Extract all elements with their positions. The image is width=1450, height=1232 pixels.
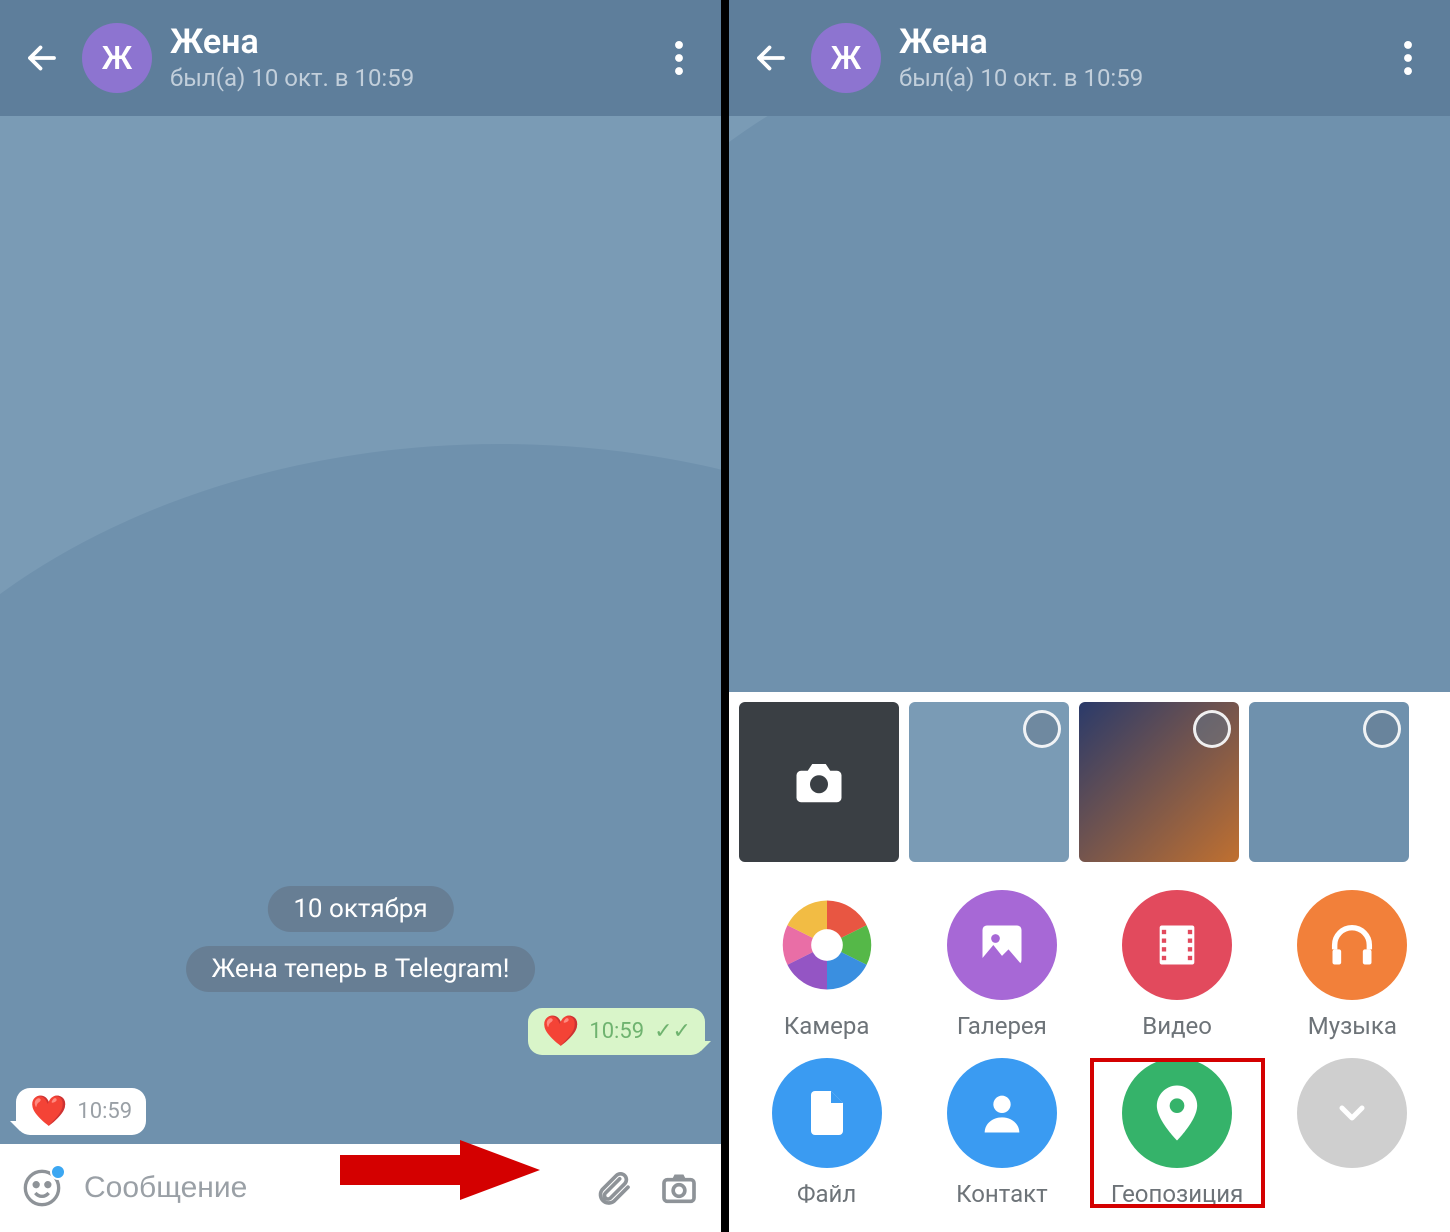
attach-contact-button[interactable]: Контакт xyxy=(914,1058,1089,1208)
chat-header: Ж Жена был(а) 10 окт. в 10:59 xyxy=(0,0,721,116)
paperclip-icon xyxy=(593,1168,633,1208)
chat-title: Жена xyxy=(170,24,657,61)
chat-title-block[interactable]: Жена был(а) 10 окт. в 10:59 xyxy=(170,24,657,91)
camera-icon xyxy=(792,755,846,809)
overflow-menu-button[interactable] xyxy=(657,36,701,80)
read-ticks-icon: ✓✓ xyxy=(654,1019,691,1044)
message-input-bar xyxy=(0,1144,721,1232)
chat-background[interactable] xyxy=(729,116,1450,692)
attach-label: Геопозиция xyxy=(1111,1180,1243,1208)
back-arrow-icon xyxy=(753,40,789,76)
chat-background[interactable]: 10 октября Жена теперь в Telegram! ❤️ 10… xyxy=(0,116,721,1144)
avatar[interactable]: Ж xyxy=(811,23,881,93)
person-icon xyxy=(976,1087,1028,1139)
attach-music-button[interactable]: Музыка xyxy=(1265,890,1440,1040)
attach-camera-button[interactable]: Камера xyxy=(739,890,914,1040)
chat-screen-left: Ж Жена был(а) 10 окт. в 10:59 10 октября… xyxy=(0,0,725,1232)
attach-gallery-button[interactable]: Галерея xyxy=(914,890,1089,1040)
select-ring-icon[interactable] xyxy=(1193,710,1231,748)
chat-title-block[interactable]: Жена был(а) 10 окт. в 10:59 xyxy=(899,24,1386,91)
outgoing-message[interactable]: ❤️ 10:59 ✓✓ xyxy=(528,1008,705,1055)
gallery-thumb[interactable] xyxy=(909,702,1069,862)
attach-label: Галерея xyxy=(957,1012,1047,1040)
chat-last-seen: был(а) 10 окт. в 10:59 xyxy=(170,64,657,92)
attach-label xyxy=(1349,1180,1355,1208)
open-camera-thumb[interactable] xyxy=(739,702,899,862)
chat-last-seen: был(а) 10 окт. в 10:59 xyxy=(899,64,1386,92)
heart-emoji: ❤️ xyxy=(30,1094,67,1129)
location-pin-icon xyxy=(1155,1085,1199,1141)
message-time: 10:59 xyxy=(589,1019,644,1044)
attach-label: Камера xyxy=(784,1012,870,1040)
avatar[interactable]: Ж xyxy=(82,23,152,93)
emoji-button[interactable] xyxy=(18,1164,66,1212)
attach-button[interactable] xyxy=(589,1164,637,1212)
attach-video-button[interactable]: Видео xyxy=(1090,890,1265,1040)
kebab-icon xyxy=(675,41,683,75)
recent-media-row[interactable] xyxy=(729,692,1450,872)
attach-label: Контакт xyxy=(956,1180,1048,1208)
gallery-icon xyxy=(976,919,1028,971)
back-button[interactable] xyxy=(749,36,793,80)
emoji-notification-dot xyxy=(50,1164,66,1180)
attach-file-button[interactable]: Файл xyxy=(739,1058,914,1208)
overflow-menu-button[interactable] xyxy=(1386,36,1430,80)
camera-icon xyxy=(659,1168,699,1208)
service-message-joined: Жена теперь в Telegram! xyxy=(186,946,536,992)
heart-emoji: ❤️ xyxy=(542,1014,579,1049)
camera-button[interactable] xyxy=(655,1164,703,1212)
kebab-icon xyxy=(1404,41,1412,75)
file-icon xyxy=(803,1087,851,1139)
select-ring-icon[interactable] xyxy=(1023,710,1061,748)
background-shape xyxy=(729,116,1450,692)
date-separator: 10 октября xyxy=(267,886,453,932)
attachment-panel: Камера Галерея Видео Музыка xyxy=(729,692,1450,1232)
gallery-thumb[interactable] xyxy=(1249,702,1409,862)
chat-screen-right: Ж Жена был(а) 10 окт. в 10:59 xyxy=(725,0,1450,1232)
camera-aperture-icon xyxy=(777,896,876,995)
gallery-thumb[interactable] xyxy=(1079,702,1239,862)
attach-collapse-button[interactable] xyxy=(1265,1058,1440,1208)
chat-title: Жена xyxy=(899,24,1386,61)
film-icon xyxy=(1151,919,1203,971)
message-time: 10:59 xyxy=(77,1099,132,1124)
back-arrow-icon xyxy=(24,40,60,76)
back-button[interactable] xyxy=(20,36,64,80)
chat-header: Ж Жена был(а) 10 окт. в 10:59 xyxy=(729,0,1450,116)
incoming-message[interactable]: ❤️ 10:59 xyxy=(16,1088,146,1135)
select-ring-icon[interactable] xyxy=(1363,710,1401,748)
attach-label: Файл xyxy=(797,1180,856,1208)
attachment-grid: Камера Галерея Видео Музыка xyxy=(729,872,1450,1232)
message-input[interactable] xyxy=(84,1171,571,1205)
attach-label: Музыка xyxy=(1308,1012,1397,1040)
chevron-down-icon xyxy=(1332,1093,1372,1133)
attach-label: Видео xyxy=(1142,1012,1212,1040)
headphones-icon xyxy=(1326,919,1378,971)
attach-location-button[interactable]: Геопозиция xyxy=(1090,1058,1265,1208)
